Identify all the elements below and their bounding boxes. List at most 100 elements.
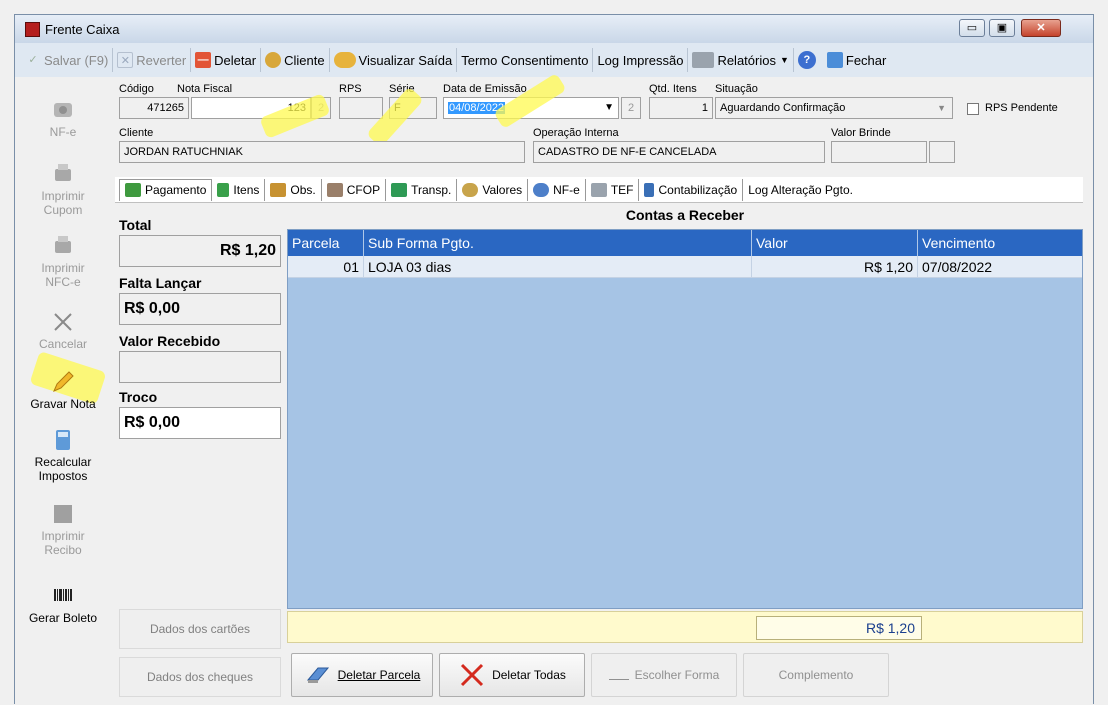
valor-recebido-field[interactable]	[119, 351, 281, 383]
col-sub-forma[interactable]: Sub Forma Pgto.	[364, 230, 752, 256]
imprimir-recibo-label: Imprimir Recibo	[41, 529, 85, 557]
pencil-icon	[53, 371, 74, 392]
situacao-select[interactable]: Aguardando Confirmação ▼	[715, 97, 953, 119]
tab-nfe-label: NF-e	[553, 182, 580, 197]
gravar-nota-label: Gravar Nota	[30, 397, 96, 411]
valor-brinde-label: Valor Brinde	[831, 127, 891, 139]
contas-receber-grid[interactable]: Parcela Sub Forma Pgto. Valor Vencimento…	[287, 229, 1083, 609]
deletar-parcela-label: Deletar Parcela	[337, 668, 421, 682]
visualizar-saida-label: Visualizar Saída	[358, 52, 453, 68]
tab-tef[interactable]: TEF	[586, 178, 640, 201]
exit-door-icon	[826, 52, 843, 68]
binoculars-icon	[333, 52, 356, 68]
imprimir-nfce-button[interactable]: Imprimir NFC-e	[15, 233, 111, 289]
users-icon	[265, 52, 282, 68]
escolher-forma-button[interactable]: Escolher Forma	[591, 653, 737, 697]
table-row[interactable]: 01 LOJA 03 dias R$ 1,20 07/08/2022	[288, 256, 1082, 278]
eraser-icon	[306, 667, 329, 683]
tab-nfe[interactable]: NF-e	[528, 178, 586, 201]
cliente-field[interactable]: JORDAN RATUCHNIAK	[119, 141, 525, 163]
situacao-label: Situação	[715, 83, 758, 95]
imprimir-cupom-button[interactable]: Imprimir Cupom	[15, 161, 111, 217]
relatorios-label: Relatórios	[717, 52, 776, 68]
tab-obs-label: Obs.	[290, 182, 316, 197]
tab-cfop-label: CFOP	[346, 182, 381, 197]
deletar-button[interactable]: — Deletar	[191, 48, 262, 72]
valor-brinde-field[interactable]	[831, 141, 927, 163]
valor-recebido-label: Valor Recebido	[119, 333, 221, 349]
qtd-itens-field: 1	[649, 97, 713, 119]
falta-lancar-label: Falta Lançar	[119, 275, 202, 291]
situacao-value: Aguardando Confirmação	[720, 102, 846, 114]
data-lookup-button[interactable]: 2	[621, 97, 641, 119]
close-button[interactable]: ✕	[1021, 19, 1061, 37]
calculator-icon	[56, 430, 70, 450]
deletar-parcela-button[interactable]: Deletar Parcela	[291, 653, 433, 697]
blank-icon	[608, 670, 629, 680]
dropdown-arrow-icon: ▼	[779, 55, 789, 65]
tab-valores[interactable]: Valores	[457, 178, 529, 201]
termo-consentimento-button[interactable]: Termo Consentimento	[457, 48, 594, 72]
rps-field[interactable]	[339, 97, 383, 119]
valor-brinde-extra[interactable]	[929, 141, 955, 163]
list-icon	[217, 182, 230, 197]
col-valor[interactable]: Valor	[752, 230, 918, 256]
visualizar-saida-button[interactable]: Visualizar Saída	[330, 48, 458, 72]
tab-cfop[interactable]: CFOP	[322, 178, 387, 201]
relatorios-button[interactable]: Relatórios ▼	[688, 48, 794, 72]
complemento-button[interactable]: Complemento	[743, 653, 889, 697]
imprimir-nfce-label: Imprimir NFC-e	[41, 261, 85, 289]
money-icon	[125, 183, 141, 197]
reverter-button[interactable]: ✕ Reverter	[113, 48, 192, 72]
recalcular-impostos-button[interactable]: Recalcular Impostos	[15, 427, 111, 483]
escolher-forma-label: Escolher Forma	[634, 668, 720, 682]
troco-label: Troco	[119, 389, 158, 405]
window-title: Frente Caixa	[45, 22, 120, 37]
cliente-button[interactable]: Cliente	[261, 48, 330, 72]
termo-label: Termo Consentimento	[461, 52, 589, 68]
nfe-sidebar-button[interactable]: NF-e	[15, 97, 111, 139]
help-button[interactable]: ?	[794, 48, 823, 72]
operacao-label: Operação Interna	[533, 127, 619, 139]
tab-itens[interactable]: Itens	[212, 178, 266, 201]
tab-transp-label: Transp.	[411, 182, 452, 197]
imprimir-recibo-button[interactable]: Imprimir Recibo	[15, 501, 111, 557]
tab-transp[interactable]: Transp.	[386, 178, 458, 201]
gerar-boleto-button[interactable]: Gerar Boleto	[15, 583, 111, 625]
chevron-down-icon: ▼	[604, 102, 614, 113]
printer-icon	[55, 164, 71, 181]
cancelar-button[interactable]: Cancelar	[15, 309, 111, 351]
maximize-button[interactable]: ▣	[989, 19, 1015, 37]
fechar-button[interactable]: Fechar	[823, 48, 890, 72]
salvar-label: Salvar (F9)	[44, 52, 109, 68]
log-impressao-button[interactable]: Log Impressão	[593, 48, 689, 72]
card-icon	[590, 182, 607, 197]
dados-cartoes-button[interactable]: Dados dos cartões	[119, 609, 281, 649]
pagamento-pane: Total R$ 1,20 Falta Lançar R$ 0,00 Valor…	[115, 205, 1083, 697]
chevron-down-icon: ▼	[937, 103, 946, 113]
rps-pendente-checkbox[interactable]	[967, 103, 979, 115]
tab-pagamento[interactable]: Pagamento	[119, 178, 213, 201]
col-parcela[interactable]: Parcela	[288, 230, 364, 256]
recalcular-label: Recalcular Impostos	[34, 455, 92, 483]
minimize-button[interactable]: ▭	[959, 19, 985, 37]
cell-vencimento: 07/08/2022	[922, 259, 993, 275]
salvar-button[interactable]: ✓ Salvar (F9)	[21, 48, 114, 72]
total-value: R$ 1,20	[119, 235, 281, 267]
grid-header: Parcela Sub Forma Pgto. Valor Vencimento	[288, 230, 1082, 256]
tab-log-alteracao[interactable]: Log Alteração Pgto.	[743, 179, 858, 201]
operacao-field[interactable]: CADASTRO DE NF-E CANCELADA	[533, 141, 825, 163]
nfe-icon	[54, 103, 72, 117]
close-icon	[54, 313, 72, 331]
dados-cheques-button[interactable]: Dados dos cheques	[119, 657, 281, 697]
tab-obs[interactable]: Obs.	[265, 178, 322, 201]
notes-icon	[270, 182, 287, 197]
cancelar-label: Cancelar	[38, 337, 88, 351]
tab-contabilizacao[interactable]: Contabilização	[639, 178, 744, 201]
col-vencimento[interactable]: Vencimento	[918, 230, 1082, 256]
gravar-nota-button[interactable]: Gravar Nota	[15, 369, 111, 411]
deletar-todas-button[interactable]: Deletar Todas	[439, 653, 585, 697]
nota-fiscal-label: Nota Fiscal	[177, 83, 233, 95]
main-panel: NF-e Imprimir Cupom Imprimir NFC-e Cance…	[15, 72, 1093, 705]
frente-caixa-window: Frente Caixa ▭ ▣ ✕ ✓ Salvar (F9) ✕ Rever…	[14, 14, 1094, 705]
